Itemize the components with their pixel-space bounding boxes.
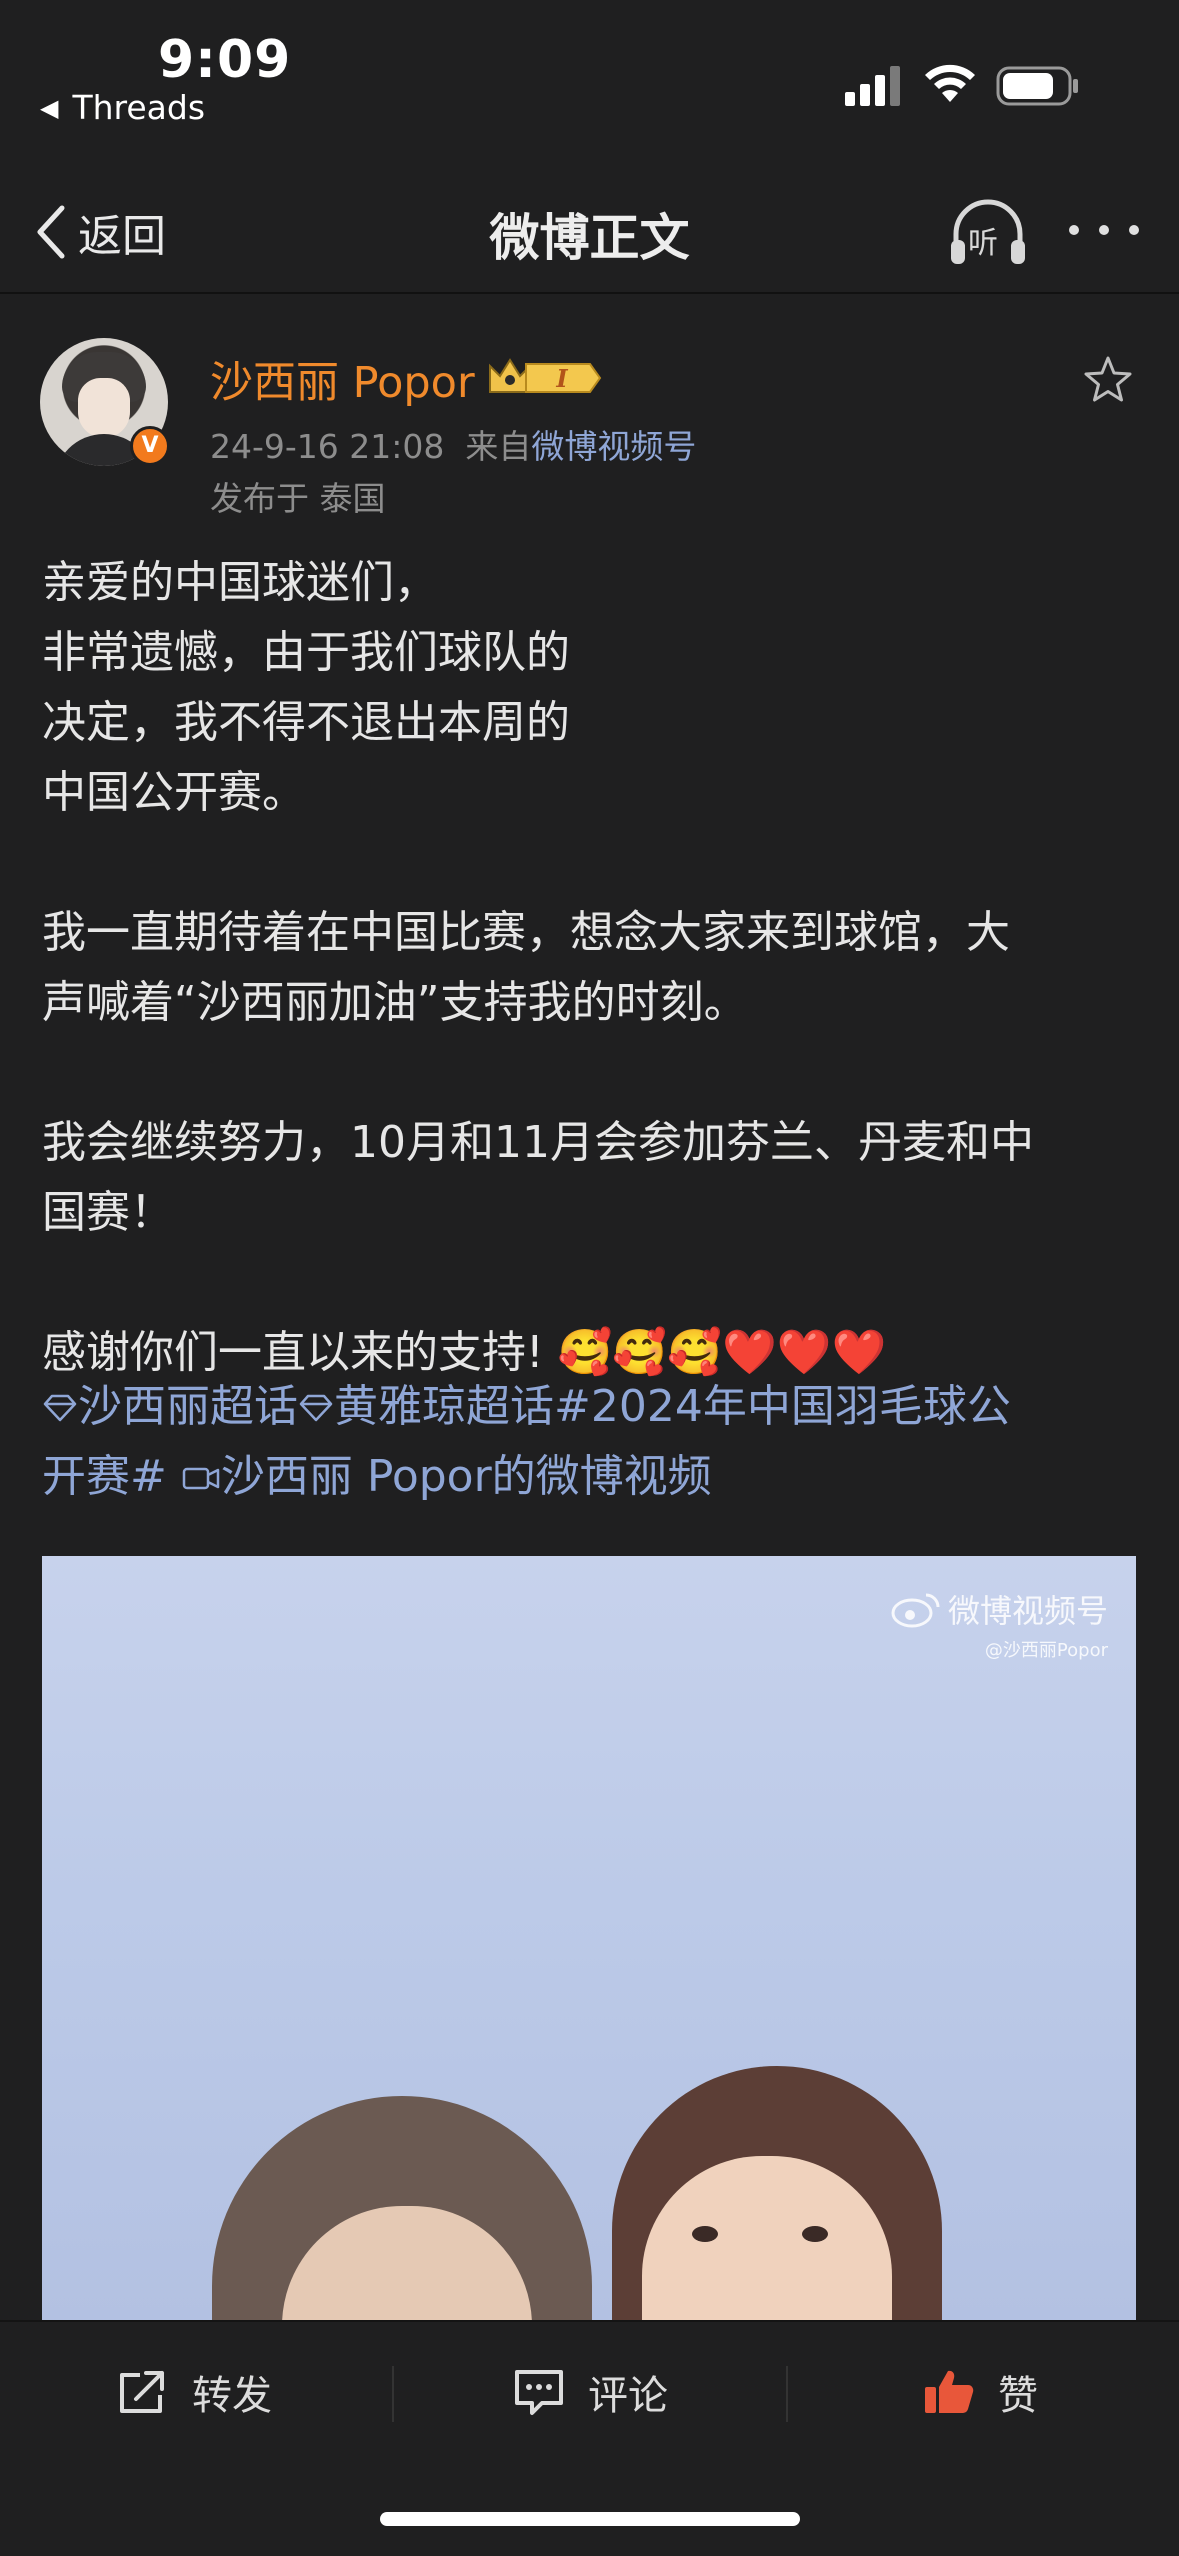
- battery-icon: [996, 66, 1078, 106]
- more-options-icon[interactable]: [1064, 210, 1144, 250]
- video-link[interactable]: 沙西丽 Popor的微博视频: [221, 1451, 712, 1502]
- supertopic-link[interactable]: 黄雅琼超话: [334, 1381, 554, 1432]
- listen-label: 听: [968, 226, 998, 261]
- thumbs-up-icon: [925, 2370, 974, 2413]
- video-watermark: 微博视频号 @沙西丽Popor: [890, 1586, 1108, 1662]
- nav-bar: 返回 微博正文 听: [0, 170, 1179, 294]
- member-crown-badge-icon[interactable]: I: [486, 352, 604, 400]
- wifi-icon: [925, 64, 975, 102]
- post-tags: 沙西丽超话 黄雅琼超话#2024年中国羽毛球公 开赛# 沙西丽 Popor的微博…: [42, 1372, 1142, 1512]
- text-line: 国赛！: [42, 1187, 174, 1238]
- comment-button[interactable]: 评论: [512, 2360, 668, 2424]
- verified-badge-icon: V: [130, 426, 170, 466]
- supertopic-link[interactable]: 沙西丽超话: [78, 1381, 298, 1432]
- author-name[interactable]: 沙西丽 Popor: [210, 348, 475, 410]
- watermark-user: @沙西丽Popor: [984, 1640, 1108, 1661]
- back-to-app-link[interactable]: ◀ Threads: [40, 88, 205, 127]
- repost-label: 转发: [192, 2373, 272, 2419]
- hashtag-link[interactable]: #2024年中国羽毛球公: [554, 1381, 1011, 1432]
- supertopic-diamond-icon: [43, 1394, 77, 1422]
- member-level-text: I: [555, 364, 568, 393]
- repost-button[interactable]: 转发: [116, 2360, 272, 2424]
- share-arrow-icon: [120, 2371, 164, 2413]
- home-indicator[interactable]: [380, 2512, 800, 2526]
- post-meta: 24-9-16 21:08 来自微博视频号: [210, 420, 696, 468]
- listen-button[interactable]: 听: [948, 196, 1028, 268]
- hashtag-link[interactable]: 开赛#: [42, 1451, 167, 1502]
- back-app-label: Threads: [72, 88, 206, 127]
- comment-bubble-icon: [515, 2370, 563, 2415]
- toolbar-divider: [786, 2366, 788, 2422]
- weibo-logo-icon: [891, 1593, 940, 1628]
- status-time: 9:09: [158, 30, 292, 90]
- video-person-left: [212, 2096, 592, 2320]
- comment-label: 评论: [588, 2373, 668, 2419]
- like-button[interactable]: 赞: [922, 2360, 1038, 2424]
- text-line: 声喊着“沙西丽加油”支持我的时刻。: [42, 977, 748, 1028]
- video-person-right: [612, 2066, 942, 2320]
- like-label: 赞: [998, 2373, 1038, 2419]
- status-bar: 9:09 ◀ Threads: [0, 0, 1179, 150]
- cellular-signal-icon: [845, 66, 900, 106]
- supertopic-diamond-icon: [299, 1394, 333, 1422]
- text-line: 决定，我不得不退出本周的: [42, 697, 570, 748]
- text-line: 我会继续努力，10月和11月会参加芬兰、丹麦和中: [42, 1117, 1034, 1168]
- video-player[interactable]: 微博视频号 @沙西丽Popor: [42, 1556, 1136, 2320]
- post-location: 发布于 泰国: [210, 479, 386, 518]
- post-body: 亲爱的中国球迷们， 非常遗憾，由于我们球队的 决定，我不得不退出本周的 中国公开…: [42, 548, 1142, 1388]
- screen: 9:09 ◀ Threads 返回 微博正文 听 V 沙西丽 Popor I 2…: [0, 0, 1179, 2556]
- star-icon[interactable]: [1082, 354, 1134, 406]
- text-line: 亲爱的中国球迷们，: [42, 557, 438, 608]
- toolbar-divider: [392, 2366, 394, 2422]
- text-line: 中国公开赛。: [42, 767, 306, 818]
- source-prefix: 来自: [465, 427, 532, 466]
- video-camera-icon: [182, 1467, 220, 1490]
- text-line: 非常遗憾，由于我们球队的: [42, 627, 570, 678]
- source-link[interactable]: 微博视频号: [531, 427, 696, 466]
- watermark-brand: 微博视频号: [947, 1592, 1108, 1630]
- text-line: 我一直期待着在中国比赛，想念大家来到球馆，大: [42, 907, 1010, 958]
- back-triangle-icon: ◀: [40, 93, 59, 122]
- post-datetime: 24-9-16 21:08: [210, 427, 445, 466]
